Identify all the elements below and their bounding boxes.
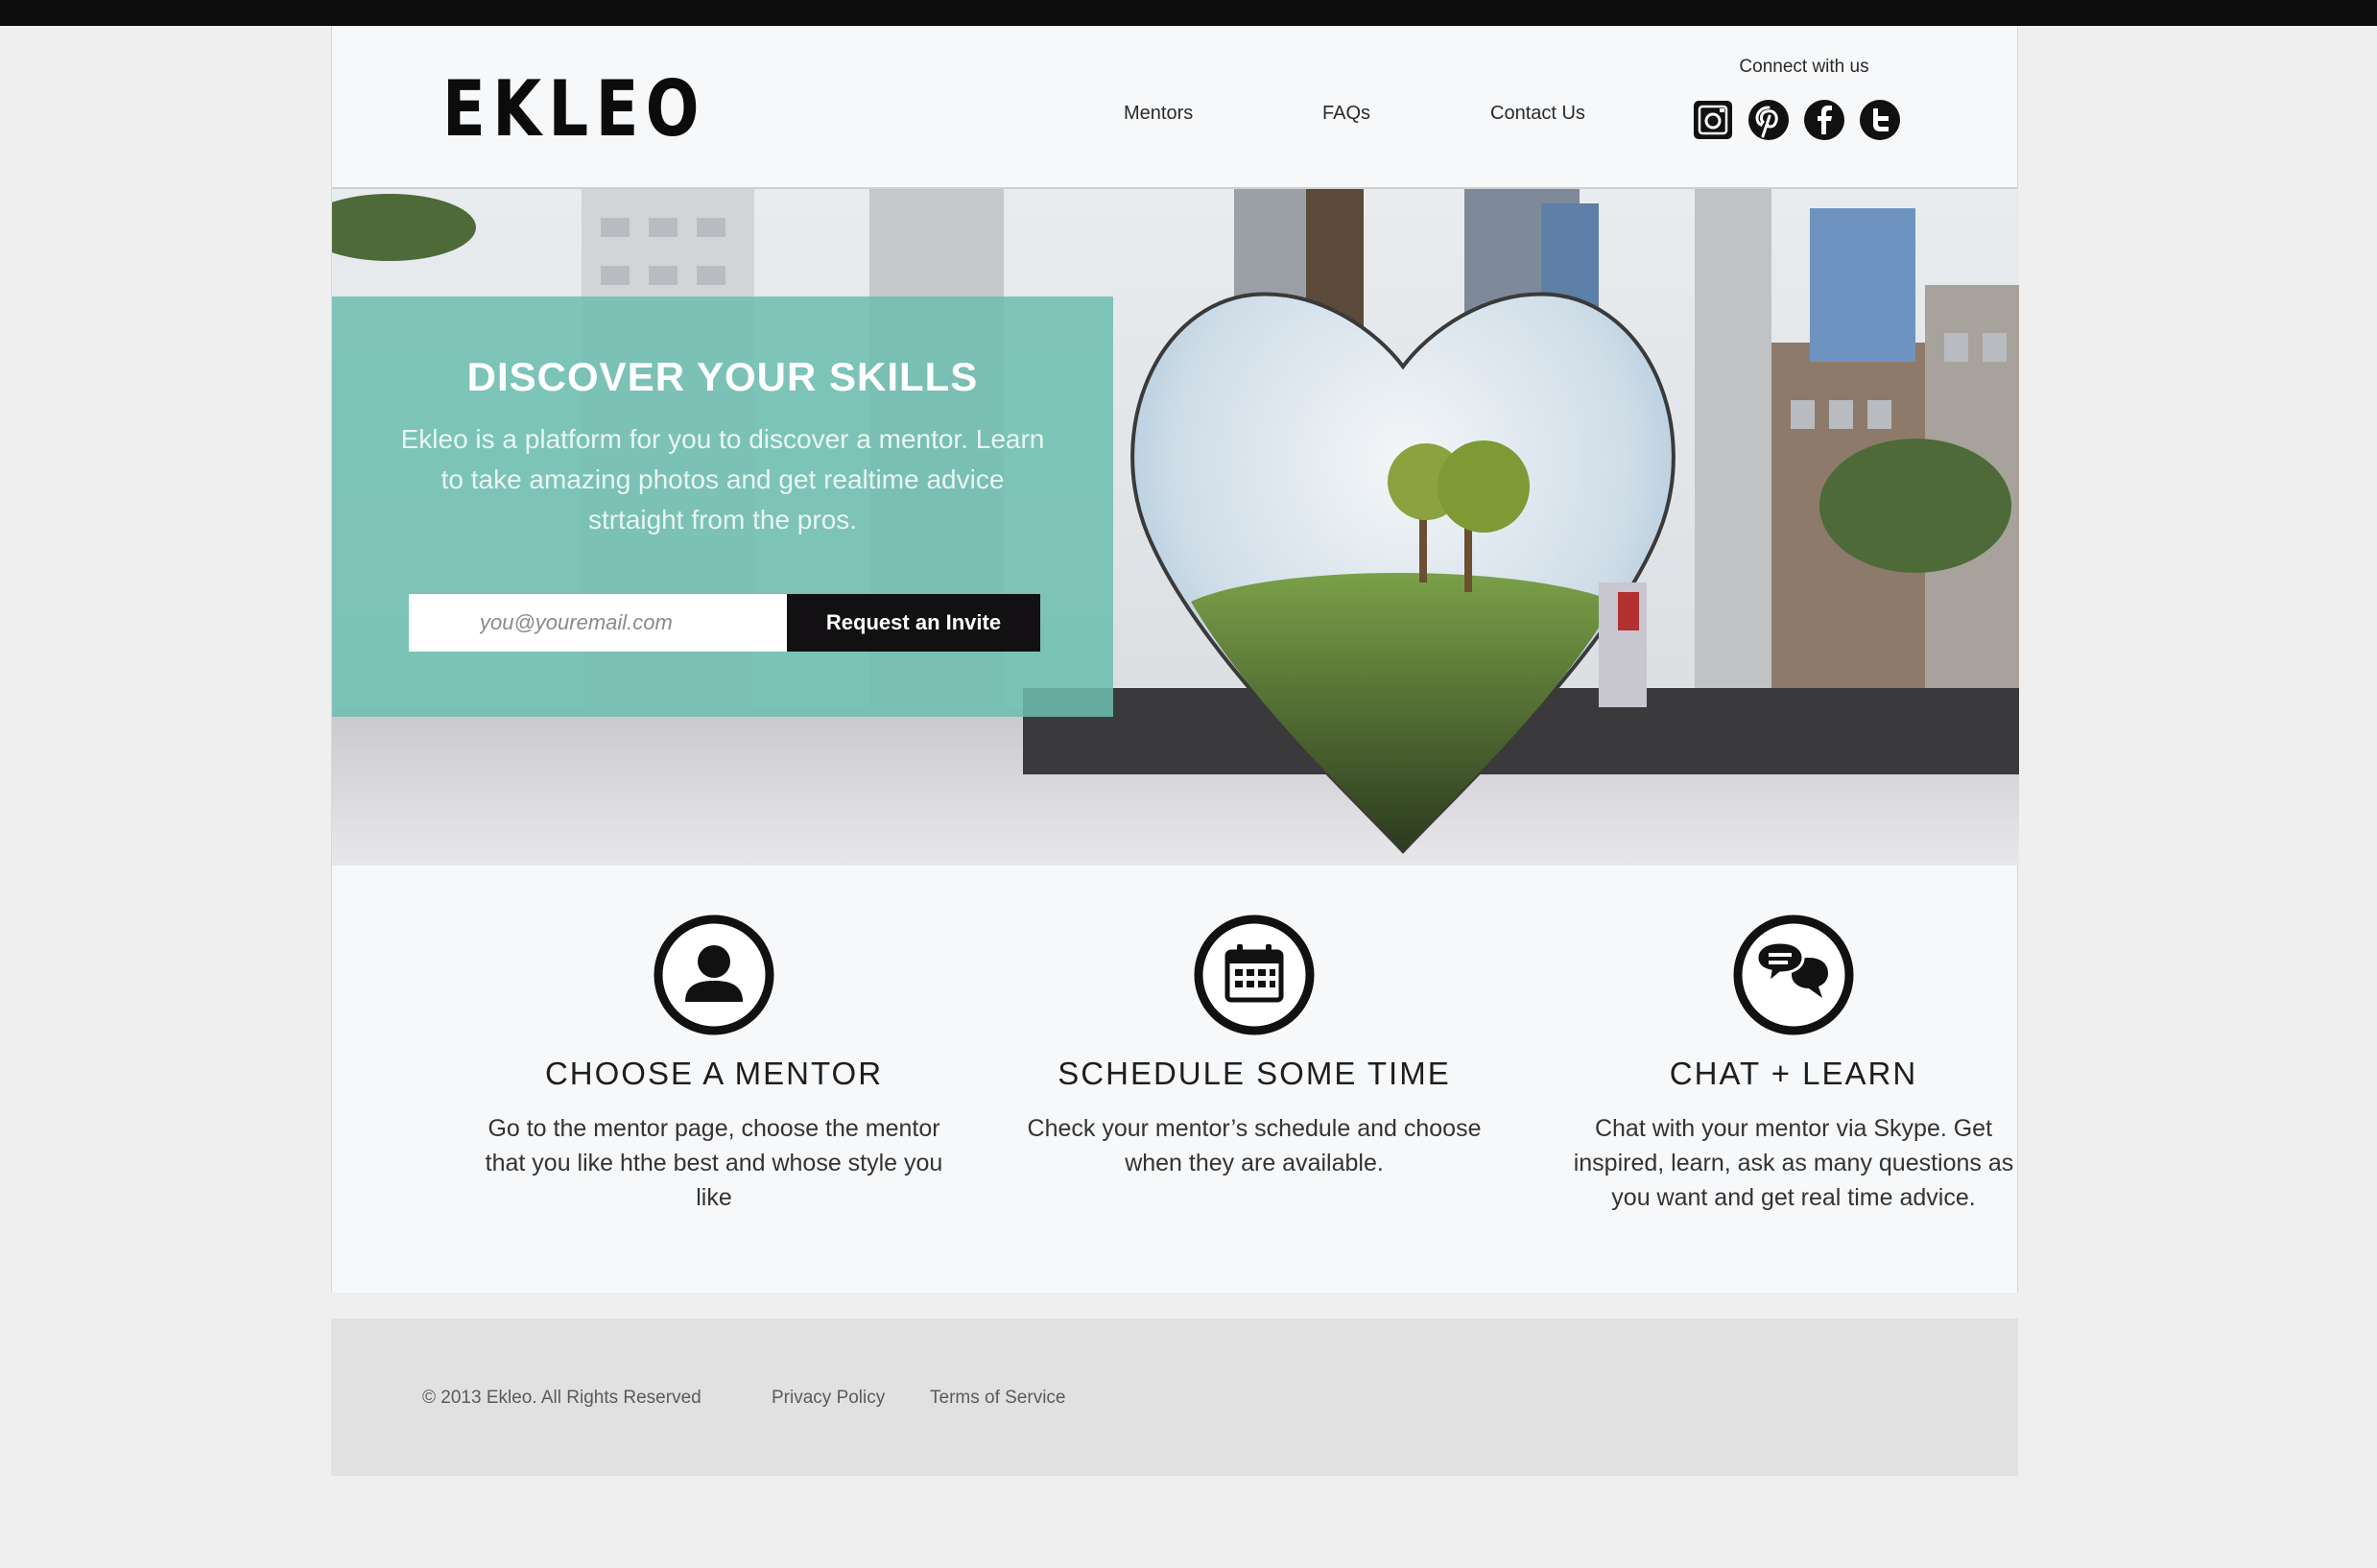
feature-title: CHOOSE A MENTOR xyxy=(544,1056,884,1091)
hero-card: DISCOVER YOUR SKILLS Ekleo is a platform… xyxy=(332,297,1113,717)
feature-title: SCHEDULE SOME TIME xyxy=(1058,1056,1451,1091)
logo[interactable]: EKLEO xyxy=(442,64,706,154)
chat-icon xyxy=(1733,915,1854,1035)
feature-chat-learn: CHAT + LEARN Chat with your mentor via S… xyxy=(1554,914,2033,1215)
feature-schedule-time: SCHEDULE SOME TIME Check your mentor’s s… xyxy=(1014,914,1494,1180)
feature-text: Chat with your mentor via Skype. Get ins… xyxy=(1573,1115,2014,1211)
instagram-icon[interactable] xyxy=(1691,98,1735,142)
pinterest-icon[interactable] xyxy=(1747,98,1791,142)
user-icon xyxy=(654,915,774,1035)
connect-label: Connect with us xyxy=(1739,57,1869,77)
privacy-policy-link[interactable]: Privacy Policy xyxy=(772,1388,885,1409)
top-black-bar xyxy=(0,0,2377,26)
feature-title: CHAT + LEARN xyxy=(1669,1056,1918,1091)
page-container: EKLEO Mentors FAQs Contact Us Connect wi… xyxy=(331,26,2019,1293)
hero-banner: DISCOVER YOUR SKILLS Ekleo is a platform… xyxy=(332,189,2019,866)
terms-of-service-link[interactable]: Terms of Service xyxy=(930,1388,1065,1409)
hero-title: DISCOVER YOUR SKILLS xyxy=(466,354,979,399)
facebook-icon[interactable] xyxy=(1802,98,1846,142)
site-footer: © 2013 Ekleo. All Rights Reserved Privac… xyxy=(331,1319,2018,1476)
feature-text: Go to the mentor page, choose the mentor… xyxy=(485,1115,943,1211)
feature-choose-mentor: CHOOSE A MENTOR Go to the mentor page, c… xyxy=(474,914,954,1215)
site-header: EKLEO Mentors FAQs Contact Us Connect wi… xyxy=(332,26,2017,189)
feature-text: Check your mentor’s schedule and choose … xyxy=(1027,1115,1482,1176)
twitter-icon[interactable] xyxy=(1858,98,1902,142)
email-input[interactable] xyxy=(409,594,787,652)
hero-description: Ekleo is a platform for you to discover … xyxy=(400,424,1045,535)
copyright-text: © 2013 Ekleo. All Rights Reserved xyxy=(422,1388,701,1408)
request-invite-button[interactable]: Request an Invite xyxy=(787,594,1040,652)
calendar-icon xyxy=(1194,915,1315,1035)
nav-faqs[interactable]: FAQs xyxy=(1322,103,1370,125)
nav-contact-us[interactable]: Contact Us xyxy=(1490,103,1585,125)
nav-mentors[interactable]: Mentors xyxy=(1124,103,1193,125)
